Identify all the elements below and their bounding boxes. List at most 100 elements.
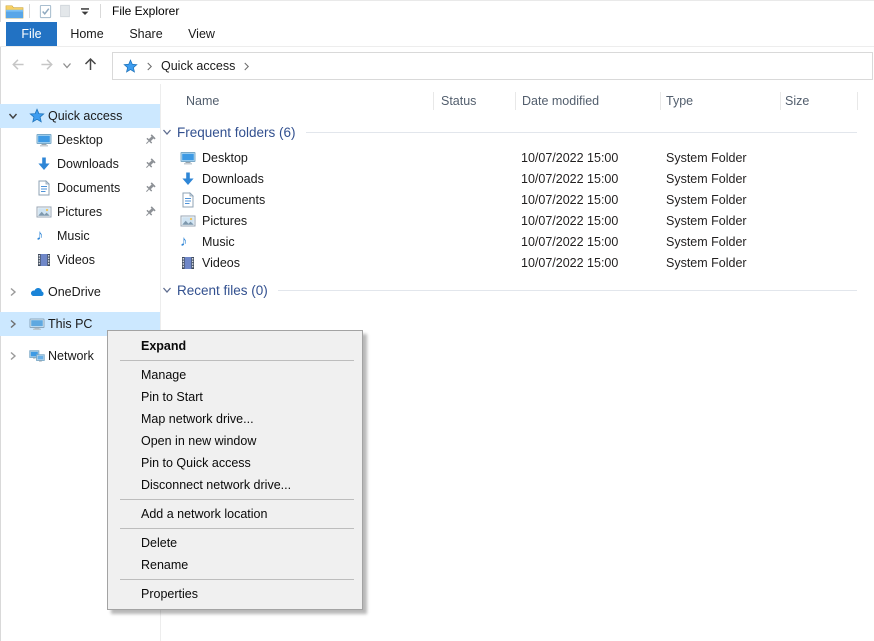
menu-separator <box>120 499 354 500</box>
tab-home[interactable]: Home <box>61 22 113 46</box>
menu-item-open-in-new-window[interactable]: Open in new window <box>109 430 361 452</box>
sidebar-item-quick-access[interactable]: Quick access <box>0 104 160 128</box>
breadcrumb-location[interactable]: Quick access <box>161 59 235 73</box>
tab-share-label: Share <box>129 27 162 41</box>
address-bar[interactable]: Quick access <box>112 52 873 80</box>
titlebar-separator <box>100 4 101 18</box>
file-date-modified: 10/07/2022 15:00 <box>521 232 618 253</box>
sidebar-item-label: Downloads <box>57 152 119 176</box>
menu-item-rename[interactable]: Rename <box>109 554 361 576</box>
menu-item-add-a-network-location[interactable]: Add a network location <box>109 503 361 525</box>
downloads-icon <box>180 171 196 187</box>
menu-item-manage[interactable]: Manage <box>109 364 361 386</box>
column-header-size[interactable]: Size <box>785 88 809 114</box>
chevron-right-icon[interactable] <box>7 350 19 362</box>
chevron-down-icon[interactable] <box>7 110 19 122</box>
file-row-videos[interactable]: Videos 10/07/2022 15:00 System Folder <box>161 253 874 274</box>
group-header-label: Recent files (0) <box>177 283 268 298</box>
file-name: Music <box>202 232 235 253</box>
file-row-pictures[interactable]: Pictures 10/07/2022 15:00 System Folder <box>161 211 874 232</box>
file-date-modified: 10/07/2022 15:00 <box>521 148 618 169</box>
context-menu: Expand Manage Pin to Start Map network d… <box>107 330 363 610</box>
pin-icon <box>144 158 156 170</box>
file-row-documents[interactable]: Documents 10/07/2022 15:00 System Folder <box>161 190 874 211</box>
file-date-modified: 10/07/2022 15:00 <box>521 253 618 274</box>
network-icon <box>29 348 45 364</box>
ribbon-tab-bar: File Home Share View <box>0 22 874 47</box>
desktop-icon <box>36 132 52 148</box>
column-header-status[interactable]: Status <box>441 88 476 114</box>
file-row-music[interactable]: ♪ Music 10/07/2022 15:00 System Folder <box>161 232 874 253</box>
file-name: Downloads <box>202 169 264 190</box>
menu-separator <box>120 579 354 580</box>
column-separator[interactable] <box>660 92 661 110</box>
sidebar-item-videos[interactable]: Videos <box>0 248 160 272</box>
menu-item-expand[interactable]: Expand <box>109 335 361 357</box>
file-row-desktop[interactable]: Desktop 10/07/2022 15:00 System Folder <box>161 148 874 169</box>
pictures-icon <box>180 213 196 229</box>
desktop-icon <box>180 150 196 166</box>
videos-icon <box>180 255 196 271</box>
column-header-date-modified[interactable]: Date modified <box>522 88 599 114</box>
title-bar: File Explorer <box>0 0 874 22</box>
chevron-right-icon[interactable] <box>7 286 19 298</box>
file-type: System Folder <box>666 232 747 253</box>
file-type: System Folder <box>666 148 747 169</box>
menu-separator <box>120 360 354 361</box>
menu-item-delete[interactable]: Delete <box>109 532 361 554</box>
menu-separator <box>120 528 354 529</box>
window-title: File Explorer <box>112 4 179 18</box>
column-separator[interactable] <box>515 92 516 110</box>
column-separator[interactable] <box>780 92 781 110</box>
menu-item-properties[interactable]: Properties <box>109 583 361 605</box>
tab-home-label: Home <box>70 27 103 41</box>
group-header-label: Frequent folders (6) <box>177 125 296 140</box>
tab-share[interactable]: Share <box>120 22 172 46</box>
tab-file[interactable]: File <box>6 22 57 46</box>
group-header-recent-files[interactable]: Recent files (0) <box>161 279 857 301</box>
titlebar-separator <box>29 4 30 18</box>
breadcrumb-chevron-icon[interactable] <box>146 61 153 72</box>
quick-access-star-icon <box>29 108 45 124</box>
tab-view[interactable]: View <box>178 22 225 46</box>
column-separator[interactable] <box>857 92 858 110</box>
recent-locations-chevron-icon[interactable] <box>62 62 72 70</box>
sidebar-item-documents[interactable]: Documents <box>0 176 160 200</box>
qat-customize-dropdown-icon[interactable] <box>76 2 94 20</box>
sidebar-item-downloads[interactable]: Downloads <box>0 152 160 176</box>
group-header-frequent-folders[interactable]: Frequent folders (6) <box>161 121 857 143</box>
sidebar-item-onedrive[interactable]: OneDrive <box>0 280 160 304</box>
column-header-type[interactable]: Type <box>666 88 693 114</box>
chevron-down-icon <box>161 126 173 138</box>
file-name: Documents <box>202 190 265 211</box>
sidebar-item-desktop[interactable]: Desktop <box>0 128 160 152</box>
menu-item-pin-to-start[interactable]: Pin to Start <box>109 386 361 408</box>
menu-item-disconnect-network-drive[interactable]: Disconnect network drive... <box>109 474 361 496</box>
file-row-downloads[interactable]: Downloads 10/07/2022 15:00 System Folder <box>161 169 874 190</box>
sidebar-item-label: Videos <box>57 248 95 272</box>
sidebar-item-label: Documents <box>57 176 120 200</box>
up-button-icon[interactable] <box>82 56 99 72</box>
group-header-rule <box>306 132 857 133</box>
file-type: System Folder <box>666 211 747 232</box>
menu-item-pin-to-quick-access[interactable]: Pin to Quick access <box>109 452 361 474</box>
breadcrumb-chevron-icon[interactable] <box>243 61 250 72</box>
column-header-name[interactable]: Name <box>186 88 219 114</box>
chevron-right-icon[interactable] <box>7 318 19 330</box>
file-type: System Folder <box>666 169 747 190</box>
sidebar-item-label: Pictures <box>57 200 102 224</box>
qat-properties-icon[interactable] <box>36 2 54 20</box>
file-name: Videos <box>202 253 240 274</box>
back-button-icon[interactable] <box>9 57 26 72</box>
forward-button-icon[interactable] <box>39 57 56 72</box>
sidebar-item-music[interactable]: ♪ Music <box>0 224 160 248</box>
sidebar-item-pictures[interactable]: Pictures <box>0 200 160 224</box>
sidebar-item-label: Desktop <box>57 128 103 152</box>
onedrive-cloud-icon <box>29 284 45 300</box>
column-separator[interactable] <box>433 92 434 110</box>
explorer-logo-icon <box>5 3 24 19</box>
qat-new-folder-icon[interactable] <box>56 2 74 20</box>
menu-item-map-network-drive[interactable]: Map network drive... <box>109 408 361 430</box>
music-icon: ♪ <box>180 234 196 250</box>
file-date-modified: 10/07/2022 15:00 <box>521 211 618 232</box>
